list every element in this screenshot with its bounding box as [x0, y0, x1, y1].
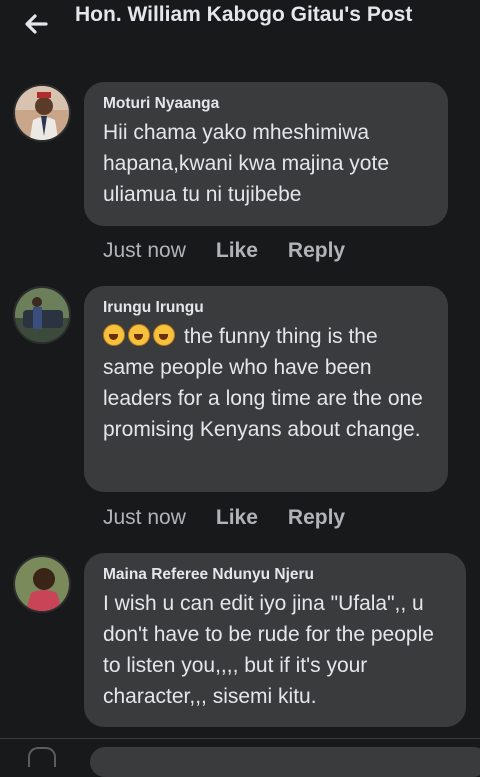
comment-bubble: Irungu Irungu the funny thing is the sam… — [84, 286, 448, 492]
post-header: Hon. William Kabogo Gitau's Post — [0, 0, 480, 66]
avatar[interactable] — [13, 555, 71, 613]
avatar[interactable] — [13, 286, 71, 344]
comment-text: I wish u can edit iyo jina "Ufala",, u d… — [103, 592, 434, 708]
comment-author[interactable]: Moturi Nyaanga — [103, 94, 430, 114]
camera-icon[interactable] — [28, 747, 56, 767]
comment-author[interactable]: Maina Referee Ndunyu Njeru — [103, 565, 448, 585]
rolling-on-floor-laughing-icon — [103, 324, 125, 346]
comment-input[interactable] — [90, 747, 480, 777]
like-button[interactable]: Like — [216, 239, 258, 263]
comment-actions: Just now Like Reply — [103, 506, 345, 530]
comment-text: Hii chama yako mheshimiwa hapana,kwani k… — [103, 121, 390, 206]
rolling-on-floor-laughing-icon — [153, 324, 175, 346]
rolling-on-floor-laughing-icon — [128, 324, 150, 346]
like-button[interactable]: Like — [216, 506, 258, 530]
reply-button[interactable]: Reply — [288, 239, 345, 263]
comment-time: Just now — [103, 239, 186, 262]
reply-button[interactable]: Reply — [288, 506, 345, 530]
comment-actions: Just now Like Reply — [103, 239, 345, 263]
page-title: Hon. William Kabogo Gitau's Post — [75, 3, 413, 26]
arrow-left-icon[interactable] — [20, 8, 52, 40]
avatar[interactable] — [13, 84, 71, 142]
comment-bubble: Maina Referee Ndunyu Njeru I wish u can … — [84, 553, 466, 727]
comment-bubble: Moturi Nyaanga Hii chama yako mheshimiwa… — [84, 82, 448, 226]
comment-body: the funny thing is the same people who h… — [103, 321, 430, 445]
comment-text: the funny thing is the same people who h… — [103, 325, 423, 441]
comment-author[interactable]: Irungu Irungu — [103, 298, 430, 318]
comment-composer — [0, 738, 480, 777]
comment-time: Just now — [103, 506, 186, 529]
